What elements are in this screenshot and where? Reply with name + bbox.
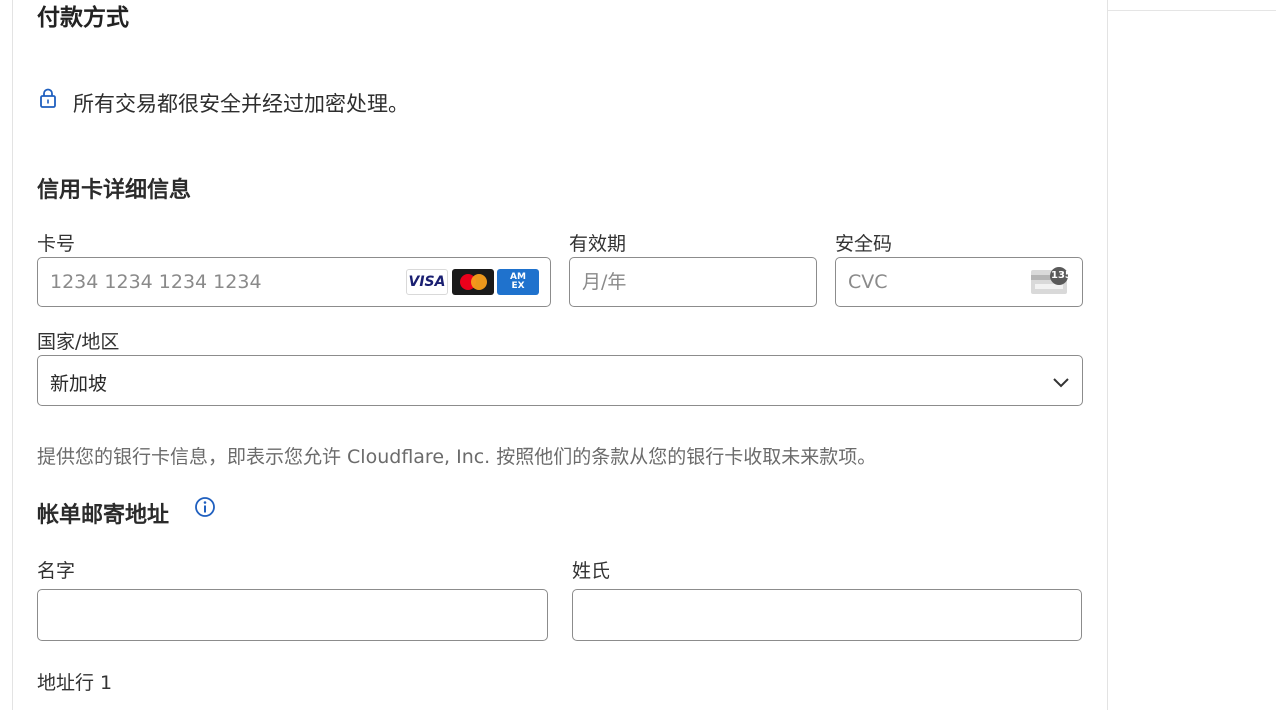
- card-details-title: 信用卡详细信息: [37, 178, 192, 203]
- last-name-input[interactable]: [573, 590, 1081, 640]
- expiry-field[interactable]: [569, 257, 817, 307]
- mandate-text: 提供您的银行卡信息，即表示您允许 Cloudflare, Inc. 按照他们的条…: [37, 446, 877, 468]
- first-name-input[interactable]: [38, 590, 547, 640]
- expiry-input[interactable]: [570, 258, 816, 306]
- country-select[interactable]: 新加坡: [37, 355, 1083, 406]
- last-name-field[interactable]: [572, 589, 1082, 641]
- visa-logo-icon: VISA: [406, 269, 448, 295]
- card-number-label: 卡号: [37, 233, 76, 255]
- mastercard-logo-icon: [452, 269, 494, 295]
- info-icon[interactable]: [194, 496, 216, 522]
- chevron-down-icon: [1052, 374, 1070, 393]
- billing-title: 帐单邮寄地址: [37, 503, 170, 528]
- top-divider: [1106, 10, 1276, 11]
- country-selected-value: 新加坡: [50, 373, 108, 395]
- expiry-label: 有效期: [569, 233, 627, 255]
- first-name-label: 名字: [37, 560, 76, 582]
- amex-logo-icon: AM EX: [497, 269, 539, 295]
- lock-icon: [39, 88, 57, 112]
- country-label: 国家/地区: [37, 331, 120, 353]
- last-name-label: 姓氏: [572, 560, 611, 582]
- cvc-badge: 135: [1051, 270, 1072, 281]
- address-line1-label: 地址行 1: [37, 672, 113, 694]
- first-name-field[interactable]: [37, 589, 548, 641]
- card-number-field[interactable]: VISA AMEX: [37, 257, 551, 307]
- page-title: 付款方式: [37, 5, 129, 31]
- payment-card: 付款方式 所有交易都很安全并经过加密处理。 信用卡详细信息 卡号 VISA AM…: [12, 0, 1108, 710]
- cvc-label: 安全码: [835, 233, 893, 255]
- secure-message: 所有交易都很安全并经过加密处理。: [73, 92, 409, 116]
- cvc-field[interactable]: 135: [835, 257, 1083, 307]
